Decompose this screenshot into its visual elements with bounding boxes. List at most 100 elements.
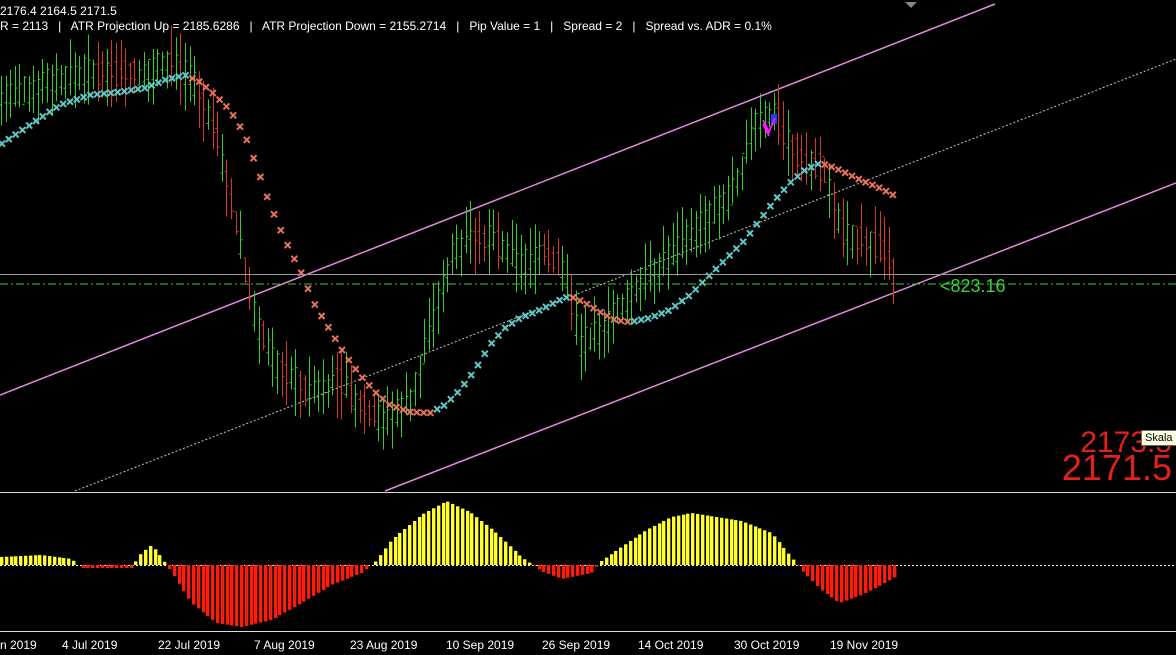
- histogram-bar-negative: [221, 565, 225, 624]
- candle: [353, 384, 358, 428]
- histogram-bar-negative: [250, 565, 254, 625]
- candle: [146, 59, 151, 103]
- ma-marker: [460, 380, 469, 388]
- candle: [418, 354, 423, 399]
- candle: [730, 156, 735, 206]
- candle: [54, 53, 59, 102]
- ma-marker: [855, 175, 863, 183]
- histogram-bar-negative: [874, 565, 878, 589]
- histogram-bar-negative: [168, 565, 172, 569]
- stats-separator: |: [540, 19, 564, 33]
- histogram-bar-negative: [302, 565, 306, 602]
- histogram-bar-negative: [206, 565, 210, 617]
- candle: [257, 306, 262, 364]
- candle: [436, 281, 441, 335]
- histogram-bar-positive: [58, 557, 62, 565]
- candle: [781, 101, 786, 160]
- histogram-bar-negative: [230, 565, 234, 626]
- ma-marker: [392, 403, 401, 411]
- candle: [385, 386, 390, 436]
- ma-marker: [249, 154, 258, 162]
- histogram-bar-positive: [384, 548, 388, 565]
- ma-marker: [481, 349, 489, 358]
- histogram-bar-positive: [413, 521, 417, 565]
- candle: [307, 356, 312, 417]
- histogram-bar-negative: [864, 565, 868, 593]
- histogram-bar-negative: [355, 565, 359, 575]
- histogram-bar-negative: [341, 565, 345, 581]
- histogram-bar-positive: [509, 546, 513, 565]
- histogram-bar-positive: [5, 556, 9, 565]
- ma-marker: [780, 186, 788, 194]
- candle: [459, 229, 464, 277]
- histogram-bar-positive: [634, 537, 638, 565]
- candle: [887, 226, 892, 281]
- histogram-bar-positive: [773, 536, 777, 565]
- histogram-bar-positive: [514, 550, 518, 565]
- histogram-bar-positive: [389, 541, 393, 565]
- ma-marker: [746, 229, 754, 238]
- candle: [234, 211, 239, 235]
- ma-marker: [861, 178, 870, 186]
- date-tick-label: 14 Oct 2019: [638, 638, 704, 652]
- candle: [261, 320, 266, 351]
- candle: [634, 275, 639, 303]
- ma-marker: [841, 169, 849, 177]
- oscillator-histogram: [0, 501, 1176, 627]
- histogram-bar-negative: [595, 565, 599, 567]
- ma-marker: [678, 297, 686, 305]
- candle: [339, 348, 344, 420]
- candle: [487, 209, 492, 276]
- ma-marker: [725, 251, 734, 260]
- candle: [381, 398, 386, 450]
- candle: [247, 266, 252, 310]
- histogram-bar-negative: [293, 565, 297, 608]
- candle: [289, 356, 294, 390]
- ma-marker: [664, 306, 673, 315]
- histogram-bar-positive: [691, 513, 695, 565]
- candle: [703, 196, 708, 253]
- ma-marker: [753, 220, 761, 228]
- candle: [454, 224, 459, 269]
- histogram-bar-positive: [744, 522, 748, 565]
- histogram-bar-positive: [662, 520, 666, 565]
- candle: [832, 182, 837, 240]
- candle: [542, 233, 547, 266]
- ma-marker: [263, 193, 271, 201]
- histogram-bar-negative: [821, 565, 825, 591]
- candle: [119, 39, 124, 88]
- histogram-bar-positive: [677, 515, 681, 565]
- histogram-bar-positive: [725, 518, 729, 565]
- ma-marker: [576, 296, 584, 305]
- stats-readout: R = 2113 | ATR Projection Up = 2185.6286…: [0, 19, 772, 33]
- candle: [335, 352, 340, 418]
- stats-separator: |: [622, 19, 646, 33]
- candle: [537, 231, 542, 275]
- ma-marker: [100, 89, 108, 98]
- ma-marker: [848, 172, 856, 180]
- histogram-bar-positive: [610, 554, 614, 565]
- histogram-bar-negative: [298, 565, 302, 605]
- histogram-bar-negative: [845, 565, 849, 601]
- histogram-bar-positive: [754, 526, 758, 565]
- ma-marker: [508, 319, 516, 328]
- candle: [450, 233, 455, 275]
- histogram-bar-negative: [365, 565, 369, 570]
- ma-marker: [705, 272, 713, 280]
- ma-marker: [549, 299, 557, 308]
- candle: [652, 258, 657, 304]
- ma-marker: [324, 323, 333, 332]
- candle: [790, 134, 795, 182]
- candle: [206, 99, 211, 130]
- histogram-bar-positive: [624, 544, 628, 565]
- histogram-bar-positive: [758, 528, 762, 565]
- candle: [27, 75, 32, 112]
- candle: [717, 185, 722, 240]
- ma-marker: [107, 89, 115, 97]
- candle: [224, 159, 229, 217]
- ma-marker: [419, 408, 428, 417]
- ma-marker: [0, 139, 6, 148]
- histogram-bar-negative: [893, 565, 897, 578]
- histogram-bar-negative: [235, 565, 239, 627]
- histogram-bar-positive: [43, 555, 47, 565]
